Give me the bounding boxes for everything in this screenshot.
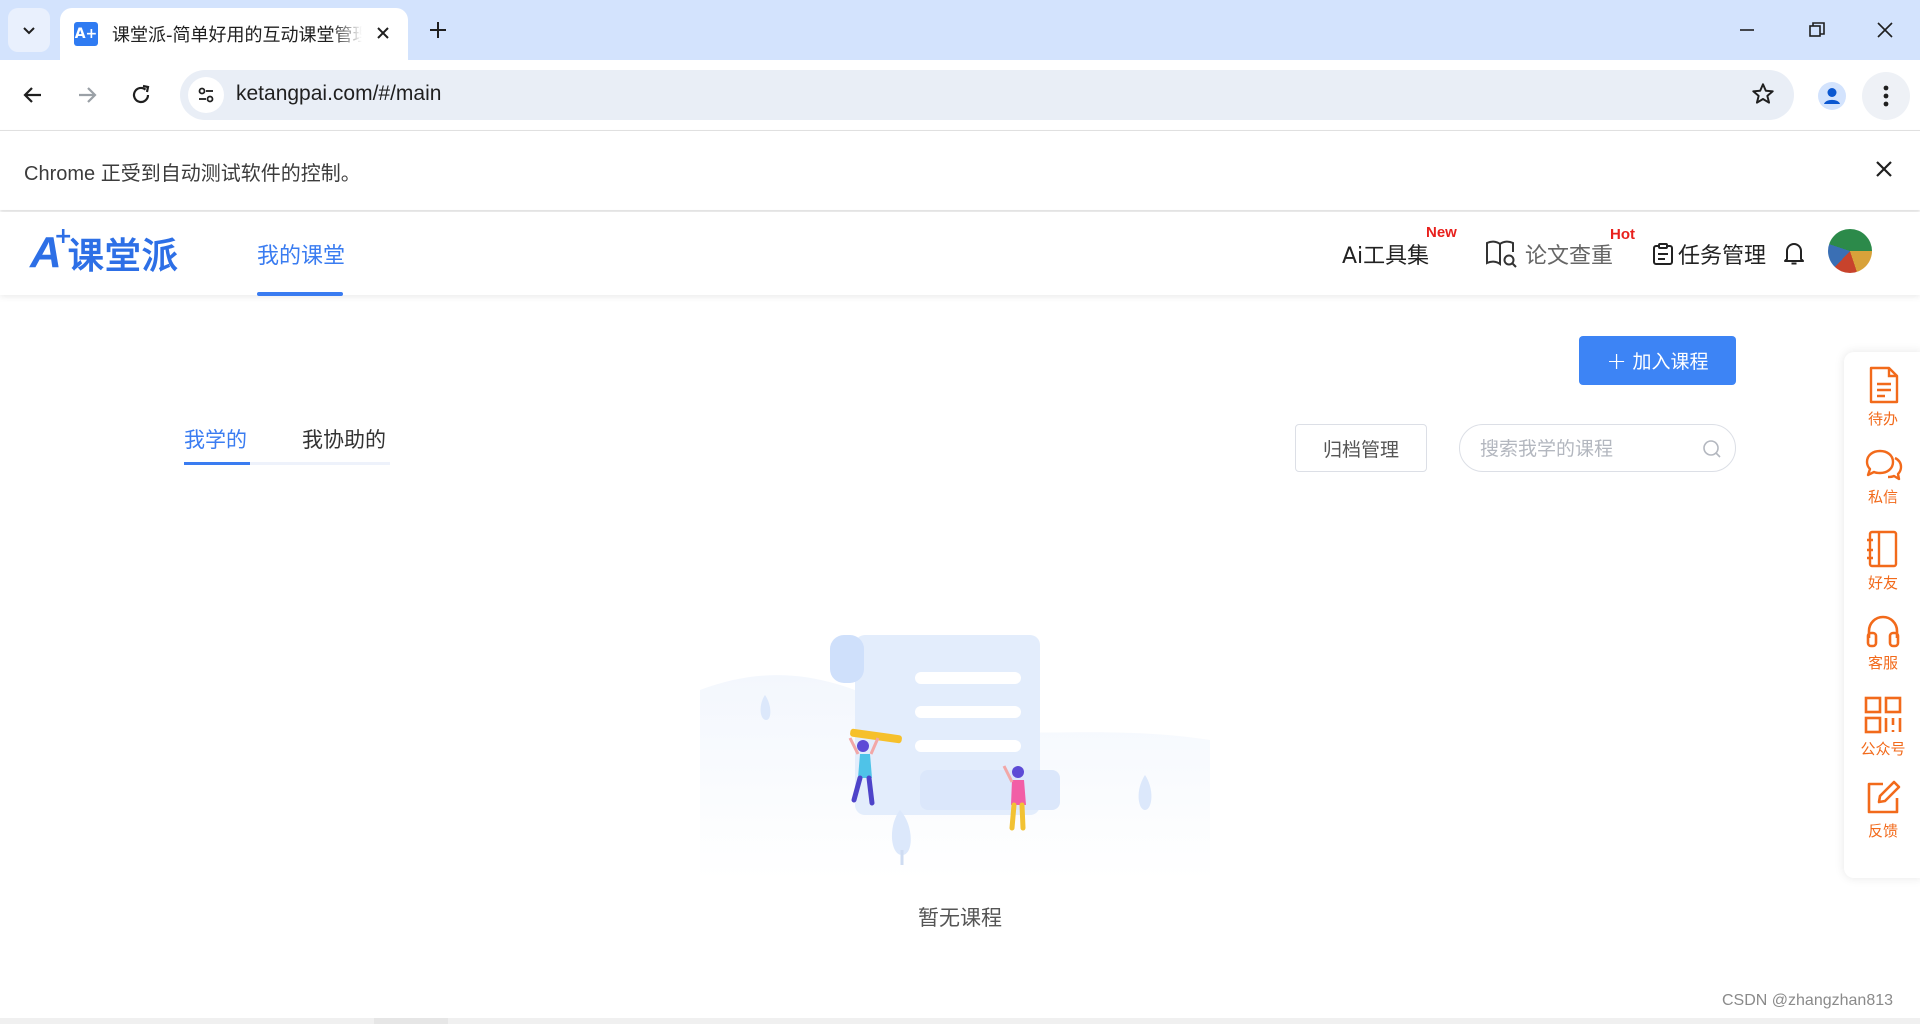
minimize-icon bbox=[1740, 29, 1754, 31]
new-tab-button[interactable] bbox=[420, 14, 456, 46]
plus-icon bbox=[430, 22, 446, 38]
csdn-watermark: CSDN @zhangzhan813 bbox=[1722, 992, 1894, 1009]
ai-tools-link[interactable]: Ai工具集 bbox=[1342, 238, 1429, 270]
sidebar-item-customer-service[interactable]: 客服 bbox=[1844, 614, 1920, 684]
empty-state-text: 暂无课程 bbox=[918, 906, 1002, 930]
qrcode-icon bbox=[1864, 696, 1902, 734]
logo-text: 课堂派 bbox=[67, 236, 179, 277]
new-badge: New bbox=[1426, 224, 1457, 241]
course-search bbox=[1459, 424, 1736, 472]
join-course-label: 加入课程 bbox=[1632, 351, 1709, 373]
sidebar-item-official-account[interactable]: 公众号 bbox=[1844, 696, 1920, 766]
bookmark-button[interactable] bbox=[1750, 81, 1776, 111]
profile-button[interactable] bbox=[1812, 76, 1852, 116]
book-search-icon bbox=[1486, 240, 1517, 268]
site-header: A + 课堂派 我的课堂 Ai工具集 New 论文查重 Hot 任务管理 bbox=[0, 212, 1920, 296]
hot-badge: Hot bbox=[1610, 226, 1635, 243]
horizontal-scrollbar[interactable] bbox=[0, 1018, 1920, 1024]
tab-search-button[interactable] bbox=[8, 8, 50, 52]
address-bar[interactable]: ketangpai.com/#/main bbox=[180, 70, 1794, 120]
right-floating-sidebar: 待办 私信 好友 客服 公众号 反馈 bbox=[1844, 352, 1920, 878]
reload-button[interactable] bbox=[120, 74, 162, 116]
tab-title: 课堂派-简单好用的互动课堂管理 bbox=[112, 25, 362, 46]
user-avatar[interactable] bbox=[1828, 229, 1872, 273]
task-manage-link[interactable]: 任务管理 bbox=[1652, 238, 1766, 270]
site-favicon-icon: A+ bbox=[74, 22, 98, 46]
task-manage-label: 任务管理 bbox=[1678, 244, 1767, 269]
chevron-down-icon bbox=[23, 27, 35, 35]
join-course-button[interactable]: + 加入课程 bbox=[1579, 336, 1736, 385]
paper-check-link[interactable]: 论文查重 bbox=[1485, 238, 1613, 270]
tab-learning[interactable]: 我学的 bbox=[184, 424, 247, 454]
browser-toolbar: ketangpai.com/#/main bbox=[0, 60, 1920, 130]
empty-state-illustration bbox=[700, 635, 1210, 880]
close-icon bbox=[1877, 22, 1893, 38]
contacts-book-icon bbox=[1867, 530, 1898, 568]
person-icon bbox=[1818, 82, 1846, 110]
automation-infobar: Chrome 正受到自动测试软件的控制。 bbox=[0, 130, 1920, 210]
close-icon bbox=[377, 27, 389, 39]
restore-icon bbox=[1809, 22, 1825, 37]
arrow-right-icon bbox=[79, 87, 97, 103]
document-icon bbox=[1869, 366, 1899, 404]
bell-icon bbox=[1784, 243, 1804, 265]
forward-button[interactable] bbox=[66, 74, 108, 116]
headset-icon bbox=[1866, 615, 1900, 648]
minimize-button[interactable] bbox=[1724, 12, 1770, 48]
plus-icon: + bbox=[1606, 346, 1627, 375]
sidebar-label-feedback: 反馈 bbox=[1867, 822, 1898, 840]
clipboard-icon bbox=[1653, 243, 1673, 265]
url-text[interactable]: ketangpai.com/#/main bbox=[236, 82, 441, 106]
course-search-input[interactable] bbox=[1480, 436, 1700, 462]
infobar-close-button[interactable] bbox=[1874, 159, 1894, 183]
tab-active-indicator bbox=[184, 462, 250, 465]
chrome-menu-button[interactable] bbox=[1862, 72, 1910, 120]
infobar-message: Chrome 正受到自动测试软件的控制。 bbox=[24, 163, 361, 185]
ai-tools-label: Ai工具集 bbox=[1342, 244, 1430, 269]
arrow-left-icon bbox=[23, 87, 41, 103]
browser-tab-active[interactable]: A+ 课堂派-简单好用的互动课堂管理 bbox=[60, 8, 408, 60]
site-info-button[interactable] bbox=[188, 77, 224, 113]
logo-plus: + bbox=[54, 224, 73, 249]
nav-my-classroom[interactable]: 我的课堂 bbox=[257, 238, 345, 270]
sidebar-item-friends[interactable]: 好友 bbox=[1844, 530, 1920, 600]
scrollbar-thumb[interactable] bbox=[374, 1018, 448, 1024]
search-icon[interactable] bbox=[1701, 438, 1723, 460]
nav-active-indicator bbox=[257, 292, 343, 296]
archive-manage-button[interactable]: 归档管理 bbox=[1295, 424, 1427, 472]
sidebar-label-friends: 好友 bbox=[1867, 574, 1898, 592]
sidebar-label-official-account: 公众号 bbox=[1860, 740, 1906, 758]
sidebar-label-customer-service: 客服 bbox=[1867, 654, 1898, 672]
sidebar-label-todo: 待办 bbox=[1867, 410, 1898, 428]
sidebar-label-messages: 私信 bbox=[1867, 488, 1898, 506]
sidebar-item-feedback[interactable]: 反馈 bbox=[1844, 780, 1920, 850]
paper-check-label: 论文查重 bbox=[1525, 244, 1614, 269]
window-close-button[interactable] bbox=[1862, 12, 1908, 48]
close-icon bbox=[1876, 161, 1892, 177]
tab-close-button[interactable] bbox=[372, 22, 394, 44]
site-logo[interactable]: A + 课堂派 bbox=[30, 224, 179, 278]
star-icon bbox=[1752, 83, 1774, 104]
more-vert-icon bbox=[1883, 85, 1889, 107]
reload-icon bbox=[132, 84, 150, 104]
chat-icon bbox=[1865, 449, 1903, 481]
back-button[interactable] bbox=[12, 74, 54, 116]
tab-assisting[interactable]: 我协助的 bbox=[302, 424, 386, 454]
tune-icon bbox=[198, 87, 214, 103]
browser-tab-strip: A+ 课堂派-简单好用的互动课堂管理 bbox=[0, 0, 1920, 60]
edit-icon bbox=[1867, 780, 1901, 814]
sidebar-item-todo[interactable]: 待办 bbox=[1844, 366, 1920, 436]
notification-button[interactable] bbox=[1782, 240, 1806, 270]
sidebar-item-messages[interactable]: 私信 bbox=[1844, 448, 1920, 518]
restore-button[interactable] bbox=[1794, 12, 1840, 48]
